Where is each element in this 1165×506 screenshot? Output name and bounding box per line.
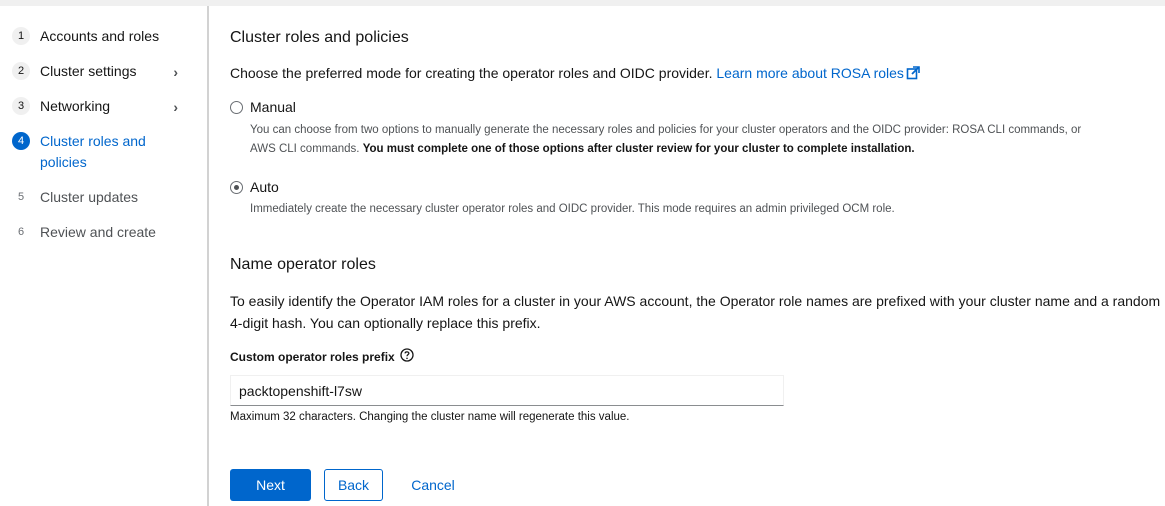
operator-roles-description: To easily identify the Operator IAM role…	[230, 293, 1161, 331]
manual-desc-plain: AWS CLI commands.	[250, 143, 360, 155]
radio-auto-description: Immediately create the necessary cluster…	[250, 203, 895, 215]
nav-step-cluster-roles-and-policies[interactable]: 4 Cluster roles and policies	[12, 131, 202, 173]
custom-prefix-input[interactable]	[230, 375, 784, 406]
custom-prefix-label-text: Custom operator roles prefix	[230, 349, 395, 364]
radio-auto[interactable]: Auto	[230, 179, 279, 195]
step-label: Accounts and roles	[40, 28, 160, 44]
next-button[interactable]: Next	[230, 469, 311, 501]
custom-prefix-label: Custom operator roles prefix	[230, 348, 414, 365]
radio-manual-label: Manual	[250, 99, 296, 115]
step-number: 3	[12, 97, 30, 115]
radio-manual-control[interactable]	[230, 100, 243, 114]
nav-step-cluster-settings[interactable]: 2 Cluster settings ›	[12, 61, 202, 82]
intro-sentence: Choose the preferred mode for creating t…	[230, 65, 713, 81]
manual-desc-line1: You can choose from two options to manua…	[250, 124, 1082, 136]
section-title-cluster-roles: Cluster roles and policies	[230, 29, 409, 46]
radio-auto-control[interactable]	[230, 180, 243, 194]
manual-desc-line2: AWS CLI commands. You must complete one …	[250, 140, 1160, 159]
nav-divider	[207, 6, 209, 506]
radio-manual[interactable]: Manual	[230, 99, 296, 115]
external-link-icon	[906, 66, 920, 83]
nav-step-cluster-updates[interactable]: 5 Cluster updates	[12, 187, 202, 208]
nav-step-review-and-create[interactable]: 6 Review and create	[12, 222, 202, 243]
section-title-name-operator-roles: Name operator roles	[230, 256, 376, 273]
step-number: 5	[17, 191, 25, 203]
chevron-right-icon[interactable]: ›	[173, 64, 178, 80]
step-label: Review and create	[40, 224, 156, 240]
help-circle-icon[interactable]	[400, 348, 414, 365]
step-number: 2	[12, 62, 30, 80]
step-number: 6	[17, 226, 25, 238]
step-label: Cluster settings	[40, 63, 137, 79]
step-label-active: Cluster roles and policies	[40, 133, 146, 170]
top-bar	[0, 0, 1165, 6]
chevron-right-icon[interactable]: ›	[173, 99, 178, 115]
cancel-button[interactable]: Cancel	[400, 469, 466, 501]
back-button[interactable]: Back	[324, 469, 383, 501]
learn-more-rosa-roles-link[interactable]: Learn more about ROSA roles	[716, 65, 920, 81]
step-label: Cluster updates	[40, 189, 139, 205]
manual-desc-bold: You must complete one of those options a…	[362, 143, 915, 155]
step-label: Networking	[40, 98, 111, 114]
nav-step-accounts-and-roles[interactable]: 1 Accounts and roles	[12, 26, 202, 47]
step-number-active: 4	[12, 132, 30, 150]
nav-step-networking[interactable]: 3 Networking ›	[12, 96, 202, 117]
custom-prefix-helper: Maximum 32 characters. Changing the clus…	[230, 411, 630, 423]
step-number: 1	[12, 27, 30, 45]
link-label: Learn more about ROSA roles	[716, 65, 904, 81]
radio-auto-label: Auto	[250, 179, 279, 195]
intro-text: Choose the preferred mode for creating t…	[230, 65, 920, 83]
radio-manual-description: You can choose from two options to manua…	[250, 121, 1160, 159]
